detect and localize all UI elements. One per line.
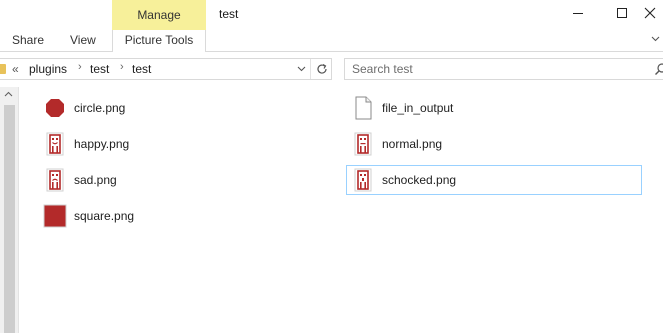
breadcrumb-test-1[interactable]: test [90,62,109,76]
breadcrumb-overflow[interactable]: « [12,62,19,76]
search-icon[interactable] [654,62,663,76]
scroll-up-icon[interactable] [4,89,13,99]
file-name: sad.png [74,173,117,187]
red-square-icon [43,204,67,228]
close-button[interactable] [644,0,663,26]
file-item-normal[interactable]: normal.png [346,129,642,159]
breadcrumb-plugins[interactable]: plugins [29,62,67,76]
refresh-button[interactable] [310,59,332,79]
tab-view[interactable]: View [64,30,102,52]
window-title: test [219,7,239,21]
address-bar[interactable]: « plugins › test › test [0,58,332,80]
file-name: circle.png [74,101,126,115]
scrollbar-thumb[interactable] [4,105,15,333]
red-circle-icon [46,98,64,118]
normal-face-icon [354,132,372,156]
file-list: circle.png happy.png sad.png square.png … [20,87,663,333]
minimize-button[interactable] [556,0,600,26]
search-input[interactable]: Search test [344,58,663,80]
tab-picture-tools[interactable]: Picture Tools [112,30,206,53]
file-name: file_in_output [382,101,454,115]
search-placeholder: Search test [352,62,413,76]
title-bar: Manage test [0,0,663,30]
ribbon-expand-button[interactable] [648,33,662,47]
sad-face-icon [46,168,64,192]
tab-share[interactable]: Share [6,30,50,52]
file-name: schocked.png [382,173,457,187]
file-name: normal.png [382,137,443,151]
shocked-face-icon [354,168,372,192]
maximize-icon [617,8,627,18]
refresh-icon [316,63,327,74]
manage-tab[interactable]: Manage [112,0,206,30]
breadcrumb-chevron-icon[interactable]: › [78,61,82,73]
ribbon-tabs: Share View Picture Tools [0,30,663,53]
file-item-square[interactable]: square.png [38,201,338,231]
navigation-pane-scrollbar[interactable] [0,87,19,333]
minimize-icon [573,12,583,14]
folder-icon [0,64,6,74]
breadcrumb-test-2[interactable]: test [132,62,151,76]
file-item-schocked[interactable]: schocked.png [346,165,642,195]
chevron-down-icon [297,66,305,72]
breadcrumb-chevron-icon[interactable]: › [120,61,124,73]
file-item-circle[interactable]: circle.png [38,93,338,123]
chevron-down-icon [651,36,659,42]
address-history-button[interactable] [293,59,309,79]
close-icon [644,7,656,19]
happy-face-icon [46,132,64,156]
file-name: square.png [74,209,135,223]
file-item-file-in-output[interactable]: file_in_output [346,93,642,123]
file-name: happy.png [74,137,130,151]
file-item-happy[interactable]: happy.png [38,129,338,159]
file-item-sad[interactable]: sad.png [38,165,338,195]
blank-file-icon [355,96,372,120]
navigation-bar: « plugins › test › test Search test [0,52,663,87]
maximize-button[interactable] [600,0,644,26]
